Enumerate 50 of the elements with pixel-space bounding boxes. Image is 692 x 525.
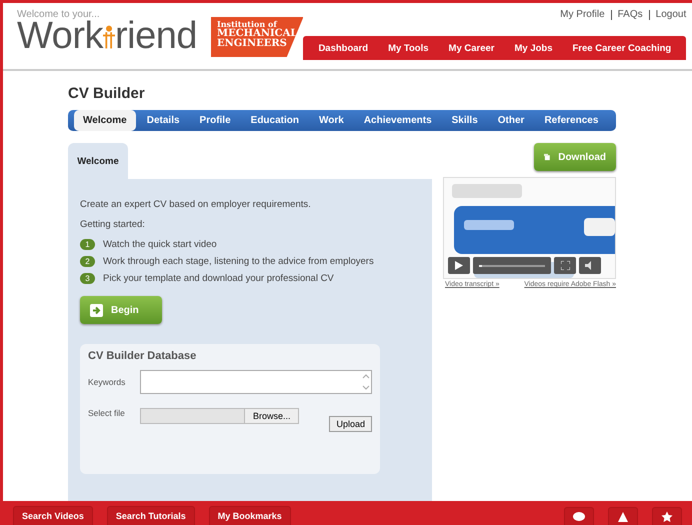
chat-icon[interactable] — [564, 507, 594, 525]
volume-button[interactable] — [579, 257, 601, 274]
fullscreen-button[interactable] — [554, 257, 576, 274]
begin-button[interactable]: Begin — [80, 296, 162, 324]
step-number: 3 — [80, 273, 95, 284]
footer-button[interactable]: Search Tutorials — [106, 506, 195, 525]
tab[interactable]: Welcome — [74, 110, 136, 131]
megaphone-icon[interactable] — [608, 507, 638, 525]
intro-text: Create an expert CV based on employer requirements. — [80, 199, 312, 210]
tab[interactable]: References — [535, 110, 608, 131]
step-number: 2 — [80, 256, 95, 267]
top-link[interactable]: My Profile — [560, 10, 605, 20]
upload-button[interactable]: Upload — [329, 416, 372, 432]
getting-started-text: Getting started: — [80, 219, 146, 230]
keywords-field[interactable] — [140, 370, 372, 394]
file-field[interactable]: Browse... — [140, 408, 300, 424]
play-icon — [455, 261, 463, 270]
nav-item[interactable]: Free Career Coaching — [564, 42, 680, 54]
tab[interactable]: Achievements — [354, 110, 441, 131]
download-button[interactable]: Download — [534, 143, 616, 171]
keywords-label: Keywords — [88, 377, 126, 387]
panel-tab[interactable]: Welcome — [68, 143, 128, 179]
step-text: Work through each stage, listening to the advice from employers — [103, 256, 374, 267]
tab[interactable]: Skills — [442, 110, 487, 131]
tagline: Welcome to your... — [17, 9, 101, 20]
step-text: Pick your template and download your professional CV — [103, 273, 334, 284]
tab[interactable]: Work — [310, 110, 353, 131]
partner-logo: Institution of MECHANICAL ENGINEERS — [211, 17, 304, 57]
tab[interactable]: Education — [242, 110, 308, 131]
play-button[interactable] — [448, 257, 470, 274]
page-title: CV Builder — [68, 85, 146, 102]
footer-button[interactable]: Search Videos — [13, 506, 93, 525]
nav-item[interactable]: My Jobs — [505, 42, 562, 54]
top-link[interactable]: FAQs — [610, 10, 643, 20]
top-link[interactable]: Logout — [648, 10, 686, 20]
step-text: Watch the quick start video — [103, 239, 217, 250]
step-number: 1 — [80, 239, 95, 250]
nav-item[interactable]: Dashboard — [309, 42, 378, 54]
nav-item[interactable]: My Tools — [379, 42, 438, 54]
arrow-icon — [90, 304, 103, 316]
logo-text: riend — [115, 16, 197, 56]
nav-item[interactable]: My Career — [440, 42, 504, 54]
tab[interactable]: Profile — [190, 110, 240, 131]
select-file-label: Select file — [88, 408, 126, 418]
fullscreen-icon — [560, 261, 570, 270]
browse-button[interactable]: Browse... — [244, 409, 298, 423]
footer-button[interactable]: My Bookmarks — [208, 506, 291, 525]
tab[interactable]: Other — [488, 110, 534, 131]
database-title: CV Builder Database — [88, 350, 198, 362]
tab[interactable]: Details — [138, 110, 189, 131]
